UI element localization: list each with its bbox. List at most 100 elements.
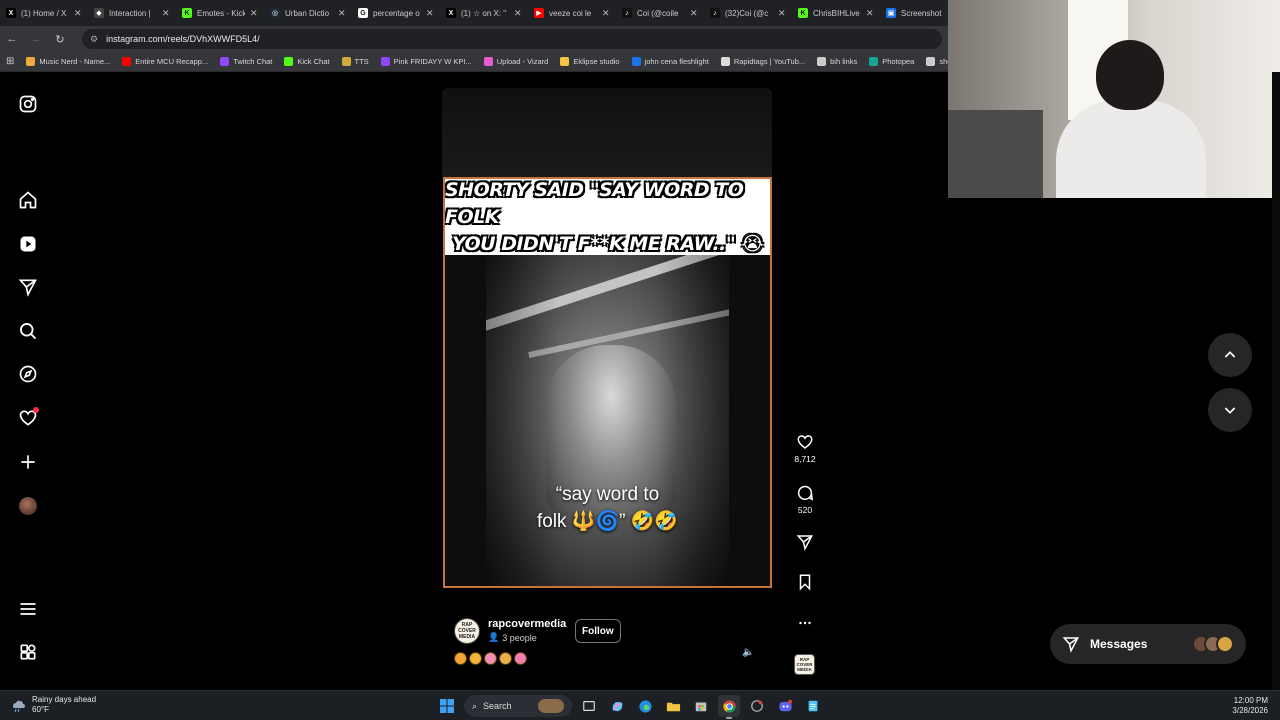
- microsoft-store-icon[interactable]: [690, 695, 712, 717]
- save-button[interactable]: [788, 573, 822, 591]
- bookmark-item[interactable]: Twitch Chat: [220, 57, 272, 66]
- discord-icon[interactable]: [774, 695, 796, 717]
- bookmark-icon: [799, 574, 811, 591]
- tab-close-icon[interactable]: ✕: [250, 8, 258, 19]
- tab-close-icon[interactable]: ✕: [866, 8, 874, 19]
- bookmark-label: TTS: [354, 57, 369, 66]
- bookmark-item[interactable]: Entire MCU Recapp...: [122, 57, 208, 66]
- back-arrow-icon[interactable]: ←: [6, 33, 18, 45]
- account-avatar[interactable]: RAP COVER MEDIA: [454, 618, 480, 644]
- share-button[interactable]: [788, 533, 822, 551]
- url-text: instagram.com/reels/DVhXWWFD5L4/: [106, 34, 260, 44]
- notifications-heart-icon[interactable]: [17, 407, 39, 429]
- browser-tab[interactable]: ◆ Interaction | ✕: [88, 0, 176, 26]
- browser-tab[interactable]: ▶ veeze coi le ✕: [528, 0, 616, 26]
- forward-arrow-icon[interactable]: →: [30, 33, 42, 45]
- bookmark-favicon-icon: [26, 57, 36, 66]
- bookmark-item[interactable]: john cena fleshlight: [631, 57, 709, 66]
- account-name[interactable]: rapcovermedia: [488, 618, 566, 630]
- taskbar-search[interactable]: ⌕ Search: [464, 695, 572, 717]
- notification-dot: [33, 407, 39, 413]
- browser-tab[interactable]: ◎ Urban Dictio ✕: [264, 0, 352, 26]
- bookmark-item[interactable]: TTS: [341, 57, 369, 66]
- x-logo-icon: X: [6, 8, 16, 18]
- audio-volume-icon[interactable]: 🔈: [742, 647, 754, 658]
- tab-close-icon[interactable]: ✕: [778, 8, 786, 19]
- next-reel-button[interactable]: [1208, 388, 1252, 432]
- reaction-emoji-icon: [454, 652, 467, 665]
- tab-close-icon[interactable]: ✕: [426, 8, 434, 19]
- browser-tab[interactable]: ♪ (32)Coi (@c ✕: [704, 0, 792, 26]
- tab-close-icon[interactable]: ✕: [602, 8, 610, 19]
- bookmark-label: Photopea: [882, 57, 915, 66]
- explore-compass-icon[interactable]: [17, 363, 39, 385]
- ellipsis-icon: [799, 621, 811, 625]
- comment-button[interactable]: 520: [788, 484, 822, 515]
- kick-logo-icon: K: [798, 8, 808, 18]
- url-input[interactable]: ⚙ instagram.com/reels/DVhXWWFD5L4/: [82, 29, 942, 49]
- reload-icon[interactable]: ↻: [54, 33, 66, 46]
- notepad-icon[interactable]: [802, 695, 824, 717]
- reels-icon[interactable]: [17, 233, 39, 255]
- messages-button[interactable]: Messages: [1050, 624, 1246, 664]
- create-plus-icon[interactable]: [17, 451, 39, 473]
- chrome-browser-icon[interactable]: [718, 695, 740, 719]
- reel-caption-banner: Shorty said "say word to folk you didn't…: [445, 179, 770, 255]
- bookmark-item[interactable]: Rapidtags | YouTub...: [720, 57, 805, 66]
- also-from-meta-icon[interactable]: [17, 641, 39, 663]
- bookmark-favicon-icon: [869, 57, 879, 66]
- edge-browser-icon[interactable]: [634, 695, 656, 717]
- file-explorer-icon[interactable]: [662, 695, 684, 717]
- bookmark-item[interactable]: Upload - Vizard: [483, 57, 548, 66]
- browser-tab[interactable]: K Emotes - Kick ✕: [176, 0, 264, 26]
- tab-close-icon[interactable]: ✕: [514, 8, 522, 19]
- bookmark-favicon-icon: [560, 57, 570, 66]
- start-windows-icon[interactable]: [436, 695, 458, 717]
- search-highlight-icon: [538, 699, 564, 713]
- weather-widget[interactable]: Rainy days ahead 60°F: [10, 695, 96, 715]
- browser-tab[interactable]: X (1) ☆ on X: " ✕: [440, 0, 528, 26]
- tab-close-icon[interactable]: ✕: [690, 8, 698, 19]
- profile-avatar[interactable]: [19, 497, 37, 515]
- tab-close-icon[interactable]: ✕: [162, 8, 170, 19]
- task-view-icon[interactable]: [578, 695, 600, 717]
- like-button[interactable]: 8,712: [788, 433, 822, 464]
- bookmark-item[interactable]: Kick Chat: [284, 57, 330, 66]
- browser-tab[interactable]: X (1) Home / X ✕: [0, 0, 88, 26]
- instagram-logo-icon[interactable]: [17, 93, 39, 115]
- video-overlay-text: “say word to folk 🔱🌀” 🤣🤣: [486, 481, 729, 535]
- original-audio-thumbnail[interactable]: RAP COVER MEDIA: [794, 654, 815, 675]
- bookmark-item[interactable]: Pink FRIDAYY W KPI...: [380, 57, 472, 66]
- tab-close-icon[interactable]: ✕: [338, 8, 346, 19]
- follow-button[interactable]: Follow: [575, 619, 621, 643]
- direct-messages-icon[interactable]: [17, 276, 39, 298]
- browser-tab[interactable]: Gpercentage o ✕: [352, 0, 440, 26]
- reaction-emoji-icon: [499, 652, 512, 665]
- messages-paper-plane-icon: [1062, 637, 1079, 653]
- bookmark-item[interactable]: Eklipse studio: [560, 57, 620, 66]
- collab-people[interactable]: 👤 3 people: [488, 632, 537, 643]
- browser-tab[interactable]: K ChrisBIHLive ✕: [792, 0, 880, 26]
- browser-tab[interactable]: ▣Screenshot✕: [880, 0, 948, 26]
- diamond-icon: ◆: [94, 8, 104, 18]
- app-icon[interactable]: [746, 695, 768, 717]
- page-scrollbar[interactable]: [1272, 72, 1280, 690]
- tab-close-icon[interactable]: ✕: [74, 8, 82, 19]
- home-icon[interactable]: [17, 189, 39, 211]
- more-menu-icon[interactable]: [17, 598, 39, 620]
- reel-video-player[interactable]: Shorty said "say word to folk you didn't…: [443, 177, 772, 588]
- browser-tab[interactable]: ♪ Coi (@coile ✕: [616, 0, 704, 26]
- more-options-button[interactable]: [788, 614, 822, 632]
- bookmark-item[interactable]: Photopea: [869, 57, 914, 66]
- search-icon[interactable]: [17, 320, 39, 342]
- rain-cloud-icon: [10, 697, 26, 713]
- copilot-icon[interactable]: [606, 695, 628, 717]
- bookmark-item[interactable]: bih links: [817, 57, 857, 66]
- apps-grid-icon[interactable]: ⊞: [6, 56, 14, 67]
- bookmark-item[interactable]: short: [926, 57, 948, 66]
- previous-reel-button[interactable]: [1208, 333, 1252, 377]
- site-info-icon[interactable]: ⚙: [90, 34, 98, 45]
- tiktok-icon: ♪: [710, 8, 720, 18]
- system-clock[interactable]: 12:00 PM 3/28/2026: [1232, 696, 1268, 716]
- bookmark-item[interactable]: Music Nerd - Name...: [26, 57, 110, 66]
